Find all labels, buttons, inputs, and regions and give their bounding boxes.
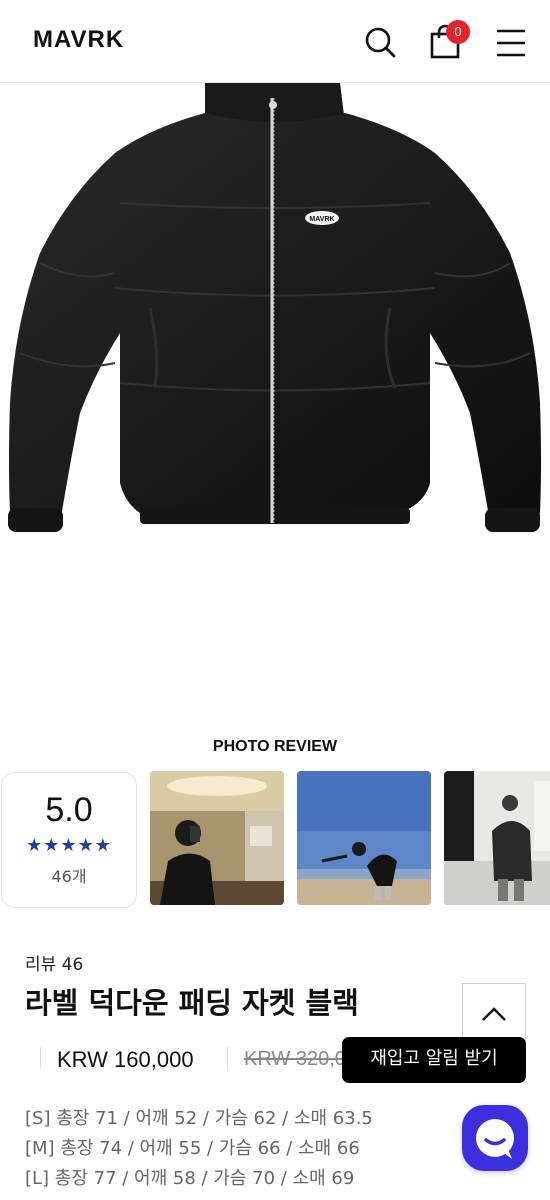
brand-logo[interactable]: MAVRK: [33, 26, 124, 54]
photo-review-title: PHOTO REVIEW: [212, 738, 338, 755]
original-price: KRW 320,000: [244, 1048, 349, 1070]
search-icon[interactable]: [362, 24, 398, 60]
review-count: 46개: [51, 867, 87, 886]
cart-count-badge: 0: [446, 20, 470, 44]
review-photo-thumbnail[interactable]: [297, 771, 431, 905]
rating-summary-card[interactable]: 5.0 ★★★★★ 46개: [1, 772, 137, 908]
review-photo-thumbnail[interactable]: [150, 771, 284, 905]
rating-score: 5.0: [45, 791, 93, 829]
rating-stars: ★★★★★: [26, 835, 112, 856]
size-spec-line: [M] 총장 74 / 어깨 55 / 가슴 66 / 소매 66: [25, 1138, 360, 1159]
header: MAVRK 0: [0, 0, 550, 83]
restock-alert-button[interactable]: 재입고 알림 받기: [342, 1037, 526, 1083]
product-name: 라벨 덕다운 패딩 자켓 블랙: [25, 986, 359, 1020]
size-spec-line: [S] 총장 71 / 어깨 52 / 가슴 62 / 소매 63.5: [25, 1108, 373, 1129]
size-spec-line: [L] 총장 77 / 어깨 58 / 가슴 70 / 소매 69: [25, 1168, 355, 1189]
menu-icon[interactable]: [494, 24, 530, 60]
chat-icon: [476, 1119, 514, 1159]
review-photo-thumbnail[interactable]: [444, 771, 550, 905]
chat-button[interactable]: [462, 1105, 528, 1171]
sale-price: KRW 160,000: [57, 1047, 194, 1072]
price-divider: [40, 1047, 41, 1069]
product-image[interactable]: MAVRK: [0, 80, 550, 713]
jacket-logo-text: MAVRK: [309, 216, 334, 223]
price-divider: [227, 1047, 228, 1069]
product-review-count[interactable]: 리뷰 46: [25, 950, 83, 975]
